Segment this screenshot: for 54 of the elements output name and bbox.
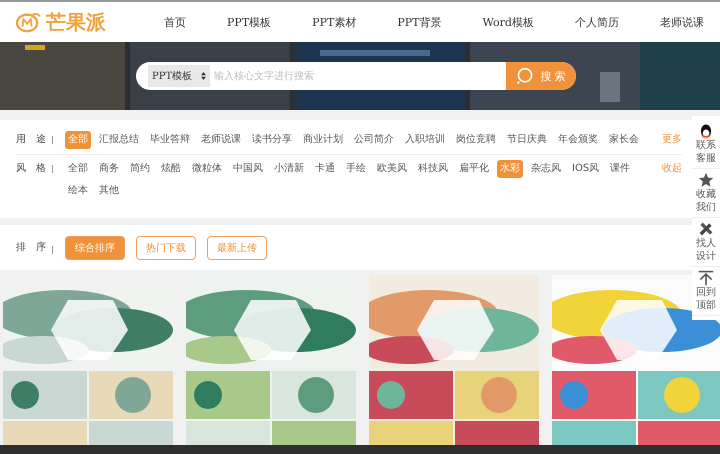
penguin-icon — [698, 123, 714, 139]
filter-option[interactable]: 入职培训 — [402, 131, 448, 149]
side-item[interactable]: 回到顶部 — [692, 267, 720, 316]
side-label: 找人设计 — [696, 237, 716, 263]
filter-label: 风 格 — [16, 162, 47, 176]
filter-option[interactable]: 节日庆典 — [504, 131, 550, 149]
side-label: 联系客服 — [696, 139, 716, 165]
side-item[interactable]: 联系客服 — [692, 120, 720, 169]
filter-option[interactable]: 公司简介 — [351, 131, 397, 149]
filter-option[interactable]: 商务 — [96, 160, 122, 178]
sort-label: 排 序 — [16, 240, 47, 254]
nav-link[interactable]: Word模板 — [482, 14, 534, 30]
filter-option[interactable]: 简约 — [127, 160, 153, 178]
nav-link[interactable]: PPT素材 — [312, 14, 356, 30]
side-item[interactable]: 收藏我们 — [692, 169, 720, 218]
side-label: 收藏我们 — [696, 188, 716, 214]
filter-option[interactable]: IOS风 — [569, 160, 602, 178]
search-icon — [516, 67, 534, 85]
filter-option[interactable]: 课件 — [607, 160, 634, 178]
category-select[interactable]: PPT模板 — [148, 65, 210, 87]
filter-option[interactable]: 毕业答辩 — [147, 131, 193, 149]
filter-option[interactable]: 家长会 — [606, 131, 642, 149]
filter-option[interactable]: 微粒体 — [189, 160, 225, 178]
filter-label: 用 途 — [16, 133, 47, 147]
side-label: 回到顶部 — [696, 286, 716, 312]
filter-option[interactable]: 老师说课 — [198, 131, 244, 149]
filter-option[interactable]: 其他 — [96, 182, 122, 200]
search-bar[interactable]: PPT模板 输入核心文字进行搜索 搜 索 — [136, 62, 576, 90]
nav-link[interactable]: 个人简历 — [574, 14, 619, 30]
filter-option[interactable]: 科技风 — [415, 160, 451, 178]
filter-option[interactable]: 全部 — [65, 160, 91, 178]
filter-option[interactable]: 商业计划 — [300, 131, 346, 149]
filter-option[interactable]: 绘本 — [65, 182, 91, 200]
filter-option[interactable]: 手绘 — [343, 160, 369, 178]
side-item[interactable]: 找人设计 — [692, 218, 720, 267]
filter-option[interactable]: 欧美风 — [374, 160, 410, 178]
nav-link[interactable]: PPT背景 — [397, 14, 442, 30]
filter-option[interactable]: 卡通 — [312, 160, 338, 178]
filter-option[interactable]: 小清新 — [271, 160, 307, 178]
filter-option[interactable]: 扁平化 — [456, 160, 492, 178]
nav-link[interactable]: PPT模板 — [227, 14, 272, 30]
filter-option[interactable]: 中国风 — [230, 160, 266, 178]
star-icon — [698, 172, 714, 188]
nav-link[interactable]: 老师说课 — [660, 14, 704, 30]
filter-option[interactable]: 杂志风 — [528, 160, 564, 178]
filter-option[interactable]: 炫酷 — [158, 160, 184, 178]
filter-option[interactable]: 岗位竞聘 — [453, 131, 499, 149]
filter-option[interactable]: 读书分享 — [249, 131, 295, 149]
nav-link[interactable]: 首页 — [164, 14, 186, 30]
filter-option[interactable]: 汇报总结 — [96, 131, 142, 149]
updown-icon — [201, 72, 206, 80]
back-to-top-icon — [698, 270, 714, 286]
logo-icon — [14, 11, 42, 33]
filter-option[interactable]: 年会颁奖 — [555, 131, 601, 149]
